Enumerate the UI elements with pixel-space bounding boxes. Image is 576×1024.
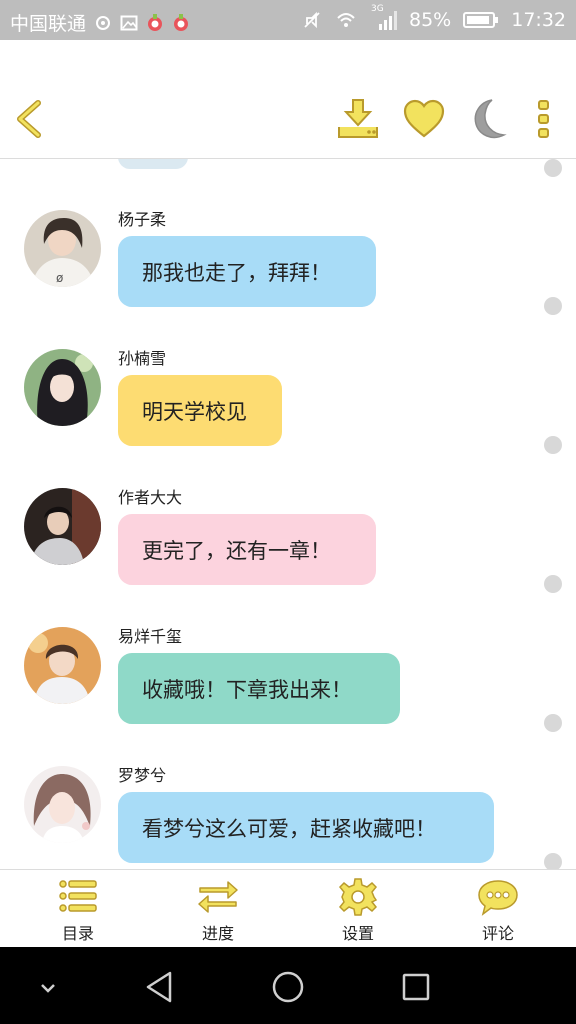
gear-icon — [338, 878, 378, 916]
message-status-dot — [544, 575, 562, 593]
list-item: ø 杨子柔 那我也走了，拜拜！ — [0, 200, 576, 339]
app-notification-icon-2 — [174, 13, 189, 31]
home-nav-button[interactable] — [266, 965, 310, 1009]
avatar-image: ø — [24, 210, 101, 287]
nav-label: 进度 — [201, 924, 234, 943]
carrier-label: 中国联通 — [10, 13, 87, 35]
back-button[interactable] — [8, 97, 52, 141]
home-circle-icon — [272, 971, 304, 1003]
sender-name: 杨子柔 — [118, 210, 167, 229]
mute-icon — [304, 11, 320, 29]
back-triangle-icon — [146, 971, 172, 1003]
avatar[interactable] — [24, 349, 101, 426]
recents-square-icon — [402, 973, 430, 1001]
message-status-dot — [544, 714, 562, 732]
battery-icon — [463, 12, 499, 28]
avatar[interactable]: ø — [24, 210, 101, 287]
battery-percent: 85% — [409, 9, 452, 31]
app-notification-icon — [148, 13, 163, 31]
moon-icon — [474, 99, 507, 139]
message-text: 看梦兮这么可爱，赶紧收藏吧！ — [142, 816, 436, 841]
sender-name: 罗梦兮 — [118, 766, 167, 785]
night-mode-button[interactable] — [466, 97, 510, 141]
nav-label: 目录 — [61, 924, 94, 943]
message-status-dot — [544, 159, 562, 177]
message-bubble[interactable]: 明天学校见 — [118, 375, 282, 446]
list-item: 孙楠雪 明天学校见 — [0, 339, 576, 478]
avatar-image — [24, 488, 101, 565]
message-bubble[interactable]: 看梦兮这么可爱，赶紧收藏吧！ — [118, 792, 494, 863]
message-text: 更完了，还有一章！ — [142, 538, 331, 563]
header-spacer — [0, 40, 576, 80]
nav-label: 设置 — [341, 924, 374, 943]
message-status-dot — [544, 853, 562, 869]
list-item: 作者大大 更完了，还有一章！ — [0, 478, 576, 617]
swap-arrows-icon — [198, 881, 238, 913]
sender-name: 孙楠雪 — [118, 349, 167, 368]
message-text: 明天学校见 — [142, 399, 247, 424]
message-bubble[interactable]: 更完了，还有一章！ — [118, 514, 376, 585]
chat-list[interactable]: ø 杨子柔 那我也走了，拜拜！ 孙楠雪 明天学校见 作者大大 更完了，还有一章！… — [0, 159, 576, 869]
image-icon — [120, 15, 138, 30]
back-nav-button[interactable] — [138, 965, 182, 1009]
message-text: 收藏哦！下章我出来！ — [142, 677, 352, 702]
sender-name: 易烊千玺 — [118, 627, 183, 646]
list-item: 易烊千玺 收藏哦！下章我出来！ — [0, 617, 576, 756]
status-bar: 中国联通 3G 85% 17:32 — [0, 0, 576, 40]
chevron-down-icon — [41, 984, 55, 993]
more-button[interactable] — [522, 97, 566, 141]
recents-nav-button[interactable] — [394, 965, 438, 1009]
hide-nav-button[interactable] — [26, 965, 70, 1009]
message-text: 那我也走了，拜拜！ — [142, 260, 331, 285]
nav-item-settings[interactable]: 设置 — [288, 870, 428, 948]
list-icon — [59, 880, 97, 912]
previous-message-bubble — [118, 159, 188, 169]
message-bubble[interactable]: 那我也走了，拜拜！ — [118, 236, 376, 307]
bottom-nav: 目录 进度 设置 评论 — [0, 869, 576, 947]
nav-item-progress[interactable]: 进度 — [148, 870, 288, 948]
avatar[interactable] — [24, 627, 101, 704]
more-vert-icon — [538, 100, 549, 138]
nav-label: 评论 — [481, 924, 514, 943]
avatar[interactable] — [24, 766, 101, 843]
message-bubble[interactable]: 收藏哦！下章我出来！ — [118, 653, 400, 724]
clock: 17:32 — [511, 9, 566, 31]
system-navigation-bar — [0, 947, 576, 1024]
nav-item-comments[interactable]: 评论 — [428, 870, 568, 948]
list-item: 罗梦兮 看梦兮这么可爱，赶紧收藏吧！ — [0, 756, 576, 869]
nav-item-catalog[interactable]: 目录 — [8, 870, 148, 948]
avatar-image — [24, 349, 101, 426]
sender-name: 作者大大 — [118, 488, 183, 507]
avatar[interactable] — [24, 488, 101, 565]
reader-toolbar — [0, 80, 576, 159]
svg-text:ø: ø — [56, 271, 63, 285]
message-status-dot — [544, 436, 562, 454]
heart-icon — [403, 99, 445, 138]
download-button[interactable] — [336, 97, 380, 141]
comment-icon — [478, 880, 518, 916]
signal-icon: 3G — [371, 4, 397, 30]
back-chevron-icon — [17, 100, 41, 138]
wifi-icon — [337, 13, 355, 27]
avatar-image — [24, 627, 101, 704]
favorite-button[interactable] — [402, 97, 446, 141]
message-status-dot — [544, 297, 562, 315]
usb-icon — [96, 15, 111, 30]
download-icon — [338, 99, 378, 138]
avatar-image — [24, 766, 101, 843]
